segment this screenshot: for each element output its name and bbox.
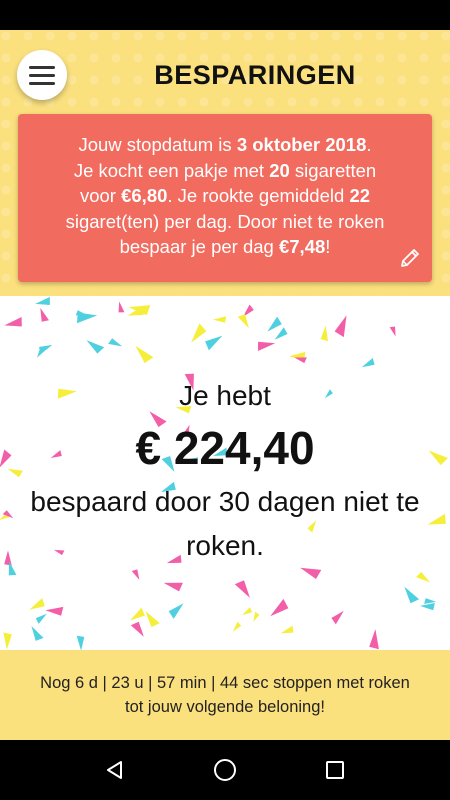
confetti-piece <box>280 625 294 634</box>
back-button[interactable] <box>100 755 130 785</box>
confetti-piece <box>331 610 344 625</box>
confetti-piece <box>108 338 123 347</box>
confetti-piece <box>118 301 125 313</box>
recents-button[interactable] <box>320 755 350 785</box>
daily-saving: €7,48 <box>278 236 326 257</box>
home-circle-icon <box>214 759 236 781</box>
status-bar <box>0 0 450 30</box>
confetti-piece <box>131 569 140 580</box>
reward-countdown: Nog 6 d | 23 u | 57 min | 44 sec stoppen… <box>0 650 450 740</box>
confetti-piece <box>389 326 396 337</box>
info-card: Jouw stopdatum is 3 oktober 2018. Je koc… <box>18 114 432 282</box>
pack-size: 20 <box>269 159 290 181</box>
savings-summary: Je hebt € 224,40 bespaard door 30 dagen … <box>0 376 450 568</box>
confetti-piece <box>86 340 105 354</box>
confetti-piece <box>237 314 249 329</box>
confetti-piece <box>40 307 49 322</box>
confetti-piece <box>334 315 347 338</box>
confetti-piece <box>31 626 44 641</box>
confetti-piece <box>145 611 160 628</box>
confetti-piece <box>320 325 328 342</box>
confetti-piece <box>369 629 379 650</box>
confetti-piece <box>29 598 45 610</box>
confetti-piece <box>242 607 252 616</box>
confetti-piece <box>191 323 207 343</box>
confetti-piece <box>205 335 223 351</box>
confetti-piece <box>232 621 242 632</box>
confetti-piece <box>75 310 87 316</box>
savings-intro: Je hebt <box>179 380 271 411</box>
confetti-piece <box>270 598 289 617</box>
navigation-bar <box>0 740 450 800</box>
savings-panel: Je hebt € 224,40 bespaard door 30 dagen … <box>0 296 450 650</box>
confetti-piece <box>294 357 307 364</box>
back-triangle-icon <box>107 761 122 779</box>
confetti-piece <box>267 316 282 332</box>
home-button[interactable] <box>210 755 240 785</box>
confetti-piece <box>404 586 420 604</box>
menu-button[interactable] <box>17 50 67 100</box>
confetti-piece <box>4 317 22 327</box>
confetti-piece <box>424 598 437 604</box>
confetti-piece <box>3 632 12 650</box>
pack-price: €6,80 <box>121 185 168 206</box>
confetti-piece <box>213 316 227 323</box>
savings-description: bespaard door 30 dagen niet te roken. <box>30 486 420 561</box>
savings-amount: € 224,40 <box>135 422 315 474</box>
confetti-piece <box>416 571 431 583</box>
confetti-piece <box>420 603 435 611</box>
stop-date: 3 oktober 2018 <box>236 134 367 155</box>
confetti-piece <box>234 580 250 598</box>
confetti-piece <box>45 606 64 616</box>
confetti-piece <box>361 358 375 368</box>
confetti-piece <box>163 582 183 592</box>
confetti-piece <box>135 345 154 363</box>
confetti-piece <box>258 341 276 351</box>
confetti-piece <box>76 635 85 650</box>
confetti-piece <box>35 297 50 305</box>
confetti-piece <box>253 611 260 622</box>
info-text: Jouw stopdatum is 3 oktober 2018. Je koc… <box>65 134 385 257</box>
hamburger-menu-icon <box>29 65 55 69</box>
page-title: BESPARINGEN <box>154 60 356 90</box>
confetti-piece <box>35 613 47 624</box>
confetti-piece <box>300 567 322 579</box>
cigarettes-per-day: 22 <box>349 185 371 206</box>
recents-square-icon <box>326 761 344 779</box>
confetti-piece <box>130 621 144 637</box>
header: BESPARINGEN Jouw stopdatum is 3 oktober … <box>0 30 450 296</box>
confetti-piece <box>274 327 288 340</box>
pencil-icon[interactable] <box>398 246 422 270</box>
confetti-piece <box>168 603 184 619</box>
confetti-piece <box>129 607 145 621</box>
